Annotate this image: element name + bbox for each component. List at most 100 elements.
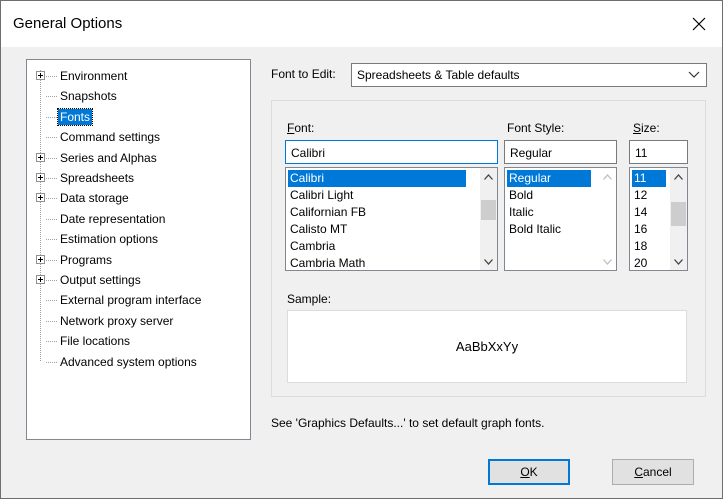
sample-preview: AaBbXxYy <box>287 310 687 383</box>
tree-connector <box>46 76 57 77</box>
scroll-up-button[interactable] <box>670 168 687 185</box>
font-name-input[interactable]: Calibri <box>285 140 498 164</box>
size-input[interactable]: 11 <box>629 140 688 164</box>
tree-connector <box>46 239 57 241</box>
sample-label: Sample: <box>287 292 332 306</box>
tree-item-label: Estimation options <box>60 232 159 247</box>
cancel-button[interactable]: Cancel <box>612 459 694 485</box>
list-item[interactable]: Calibri Light <box>288 187 466 204</box>
tree-connector <box>46 341 57 343</box>
chevron-up-icon <box>603 173 612 180</box>
tree-item-label: Programs <box>60 252 113 267</box>
chevron-down-icon <box>603 258 612 265</box>
font-to-edit-value: Spreadsheets & Table defaults <box>357 68 520 82</box>
font-to-edit-label: Font to Edit: <box>271 67 336 81</box>
title-bar: General Options <box>1 1 722 47</box>
list-item[interactable]: Californian FB <box>288 204 466 221</box>
tree-item-label: Environment <box>60 69 128 83</box>
list-item[interactable]: Cambria Math <box>288 255 466 270</box>
tree-connector <box>46 157 57 159</box>
list-item[interactable]: Cambria <box>288 238 466 255</box>
list-item[interactable]: Calisto MT <box>288 221 466 238</box>
tree-item[interactable]: Date representation <box>27 209 250 229</box>
size-list-scrollbar[interactable] <box>670 168 687 270</box>
tree-item[interactable]: Data storage <box>27 188 250 208</box>
tree-connector <box>46 280 57 281</box>
tree-item[interactable]: File locations <box>27 331 250 351</box>
expand-icon[interactable] <box>36 152 45 162</box>
expand-icon[interactable] <box>36 275 45 284</box>
size-label: Size: <box>633 121 660 135</box>
font-style-label: Font Style: <box>507 121 565 135</box>
tree-item[interactable]: Fonts <box>27 107 250 127</box>
font-list[interactable]: Calibri Calibri Light Californian FB Calist… <box>285 167 498 271</box>
font-style-value: Regular <box>510 146 553 160</box>
tree-item-label: Network proxy server <box>60 313 174 328</box>
chevron-down-icon <box>484 258 493 265</box>
list-item[interactable]: 11 <box>632 170 666 187</box>
list-item[interactable]: Bold Italic <box>507 221 591 238</box>
expand-icon[interactable] <box>36 254 45 264</box>
tree-connector <box>46 259 57 261</box>
ok-button[interactable]: OK <box>488 459 570 485</box>
chevron-up-icon <box>674 173 683 180</box>
tree-item[interactable]: Programs <box>27 250 250 270</box>
tree-item-label: File locations <box>60 334 131 349</box>
expand-icon[interactable] <box>36 71 45 80</box>
list-item[interactable]: 20 <box>632 255 666 270</box>
tree-item-label: Series and Alphas <box>60 150 157 165</box>
tree-item[interactable]: Snapshots <box>27 86 250 106</box>
expand-icon[interactable] <box>36 193 45 203</box>
list-item[interactable]: Calibri <box>288 170 466 187</box>
tree-item-label: Date representation <box>60 211 166 226</box>
expand-icon[interactable] <box>36 173 45 182</box>
tree-item[interactable]: Spreadsheets <box>27 168 250 188</box>
tree-item[interactable]: External program interface <box>27 290 250 310</box>
list-item[interactable]: 16 <box>632 221 666 238</box>
list-item[interactable]: 18 <box>632 238 666 255</box>
tree-item-label: Snapshots <box>60 89 117 104</box>
tree-item[interactable]: Estimation options <box>27 229 250 249</box>
tree-item[interactable]: Environment <box>27 66 250 86</box>
list-item[interactable]: Bold <box>507 187 591 204</box>
size-list[interactable]: 11 12 14 16 18 20 <box>629 167 688 271</box>
scroll-down-button[interactable] <box>670 253 687 270</box>
scroll-up-button[interactable] <box>480 168 497 185</box>
font-to-edit-dropdown[interactable]: Spreadsheets & Table defaults <box>351 63 707 87</box>
tree-connector <box>46 96 57 98</box>
scroll-down-button <box>599 253 616 270</box>
tree-item[interactable]: Advanced system options <box>27 352 250 372</box>
tree-item[interactable]: Series and Alphas <box>27 148 250 168</box>
list-item[interactable]: Regular <box>507 170 591 187</box>
tree-item[interactable]: Network proxy server <box>27 311 250 331</box>
list-item[interactable]: Italic <box>507 204 591 221</box>
chevron-down-icon <box>688 71 700 78</box>
tree-item-label: Data storage <box>60 191 129 206</box>
scroll-up-button <box>599 168 616 185</box>
scroll-thumb[interactable] <box>671 202 686 226</box>
font-style-input[interactable]: Regular <box>504 140 617 164</box>
tree-item[interactable]: Command settings <box>27 127 250 147</box>
list-item[interactable]: 14 <box>632 204 666 221</box>
dialog-title: General Options <box>13 15 123 32</box>
list-item[interactable]: 12 <box>632 187 666 204</box>
tree-connector <box>46 116 57 118</box>
tree-item-label: Fonts <box>56 107 94 126</box>
close-button[interactable] <box>676 1 722 47</box>
font-name-value: Calibri <box>291 146 326 160</box>
size-value: 11 <box>635 146 648 160</box>
tree-item-label: Advanced system options <box>60 354 197 369</box>
font-style-list[interactable]: Regular Bold Italic Bold Italic <box>504 167 617 271</box>
tree-item-label: Command settings <box>60 130 161 145</box>
tree-item-label: External program interface <box>60 293 202 308</box>
graphics-defaults-hint: See 'Graphics Defaults...' to set defaul… <box>271 416 545 430</box>
tree-connector <box>46 137 57 139</box>
tree-item-label: Spreadsheets <box>60 171 135 185</box>
font-list-scrollbar[interactable] <box>480 168 497 270</box>
tree-item[interactable]: Output settings <box>27 270 250 290</box>
tree-connector <box>46 320 57 322</box>
scroll-down-button[interactable] <box>480 253 497 270</box>
scroll-thumb[interactable] <box>481 200 496 220</box>
close-icon <box>692 17 706 31</box>
options-tree[interactable]: Environment Snapshots Fonts Command setting… <box>26 59 251 440</box>
